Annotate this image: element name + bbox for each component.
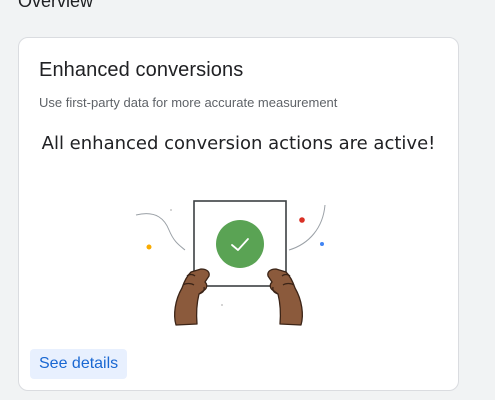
yellow-dot xyxy=(146,244,152,250)
check-circle-icon xyxy=(216,220,264,268)
card-title: Enhanced conversions xyxy=(39,59,244,81)
hands-holding-sign-illustration xyxy=(135,200,326,326)
status-message: All enhanced conversion actions are acti… xyxy=(41,133,436,154)
decorative-curve-right xyxy=(288,204,326,251)
see-details-button[interactable]: See details xyxy=(30,349,128,379)
left-hand xyxy=(174,268,210,326)
right-hand xyxy=(267,268,303,326)
decorative-curve-left xyxy=(135,213,186,251)
section-title: Overview xyxy=(18,0,94,11)
enhanced-conversions-card: Enhanced conversions Use first-party dat… xyxy=(18,37,459,391)
blue-dot xyxy=(320,242,324,246)
small-dot-bottom xyxy=(221,304,223,306)
small-dot xyxy=(170,209,172,211)
red-dot xyxy=(299,217,305,223)
card-subtitle: Use first-party data for more accurate m… xyxy=(39,95,338,110)
